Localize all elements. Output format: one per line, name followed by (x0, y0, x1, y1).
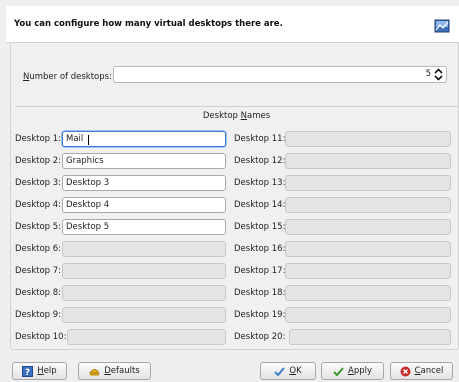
desktop-3-name-field[interactable]: Desktop 3 (62, 175, 226, 191)
desktop-1-name-value: Mail (66, 134, 84, 144)
desktop-11-label: Desktop 11: (234, 134, 286, 144)
spin-arrows-icon[interactable] (434, 68, 443, 81)
cancel-icon (400, 366, 411, 376)
desktop-5-label: Desktop 5: (15, 222, 62, 232)
defaults-icon (89, 368, 100, 375)
desktop-17-name-field (285, 263, 451, 279)
desktop-20-label: Desktop 20: (234, 332, 286, 342)
desktop-1-label: Desktop 1: (15, 134, 62, 144)
text-cursor (88, 135, 89, 145)
desktop-12-label: Desktop 12: (234, 156, 286, 166)
desktop-4-name-value: Desktop 4 (66, 200, 110, 210)
desktop-7-name-field (62, 263, 226, 279)
check-icon (274, 366, 286, 376)
desktop-10-label: Desktop 10: (15, 332, 67, 342)
desktop-5-name-value: Desktop 5 (66, 222, 110, 232)
desktop-9-label: Desktop 9: (15, 310, 62, 320)
desktop-14-name-field (285, 197, 451, 213)
desktop-12-name-field (285, 153, 451, 169)
desktop-13-name-field (285, 175, 451, 191)
desktop-17-label: Desktop 17: (234, 266, 286, 276)
desktop-8-name-field (62, 285, 226, 301)
desktop-config-icon (434, 19, 450, 33)
desktop-1-name-field[interactable]: Mail (62, 131, 226, 147)
desktop-10-name-field (67, 329, 226, 345)
ok-button[interactable]: OK (260, 362, 316, 380)
header-banner: You can configure how many virtual deskt… (6, 6, 459, 43)
desktop-11-name-field (285, 131, 451, 147)
desktop-6-name-field (62, 241, 226, 257)
help-icon: ? (22, 365, 34, 377)
desktop-5-name-field[interactable]: Desktop 5 (62, 219, 226, 235)
desktop-13-label: Desktop 13: (234, 178, 286, 188)
desktop-14-label: Desktop 14: (234, 200, 286, 210)
number-of-desktops-value: 5 (425, 69, 431, 79)
desktop-16-name-field (285, 241, 451, 257)
desktop-2-name-field[interactable]: Graphics (62, 153, 226, 169)
desktop-6-label: Desktop 6: (15, 244, 62, 254)
desktop-20-name-field (289, 329, 451, 345)
help-button[interactable]: ? Help (12, 362, 67, 380)
desktop-7-label: Desktop 7: (15, 266, 62, 276)
apply-check-icon (333, 366, 344, 376)
svg-text:?: ? (25, 368, 30, 377)
desktop-3-name-value: Desktop 3 (66, 178, 110, 188)
desktop-16-label: Desktop 16: (234, 244, 286, 254)
desktop-3-label: Desktop 3: (15, 178, 62, 188)
defaults-button[interactable]: Defaults (78, 362, 151, 380)
desktop-19-label: Desktop 19: (234, 310, 286, 320)
desktop-2-label: Desktop 2: (15, 156, 62, 166)
desktop-4-label: Desktop 4: (15, 200, 62, 210)
number-of-desktops-spinbox[interactable]: 5 (113, 66, 447, 83)
desktop-names-title: Desktop Names (202, 111, 271, 121)
desktop-18-name-field (285, 285, 451, 301)
button-bar: ? Help Defaults OK Apply Cancel (0, 352, 459, 382)
desktop-9-name-field (62, 307, 226, 323)
desktop-15-label: Desktop 15: (234, 222, 286, 232)
desktop-names-group: Desktop Names Desktop 1: Mail Desktop 2: Gr… (15, 106, 458, 349)
desktop-2-name-value: Graphics (66, 156, 104, 166)
desktop-19-name-field (285, 307, 451, 323)
desktop-4-name-field[interactable]: Desktop 4 (62, 197, 226, 213)
cancel-button[interactable]: Cancel (390, 362, 453, 380)
desktop-8-label: Desktop 8: (15, 288, 62, 298)
number-of-desktops-label: Number of desktops: (23, 72, 112, 82)
settings-panel: Number of desktops: 5 Desktop Names Desk… (10, 42, 459, 350)
desktop-18-label: Desktop 18: (234, 288, 286, 298)
desktop-15-name-field (285, 219, 451, 235)
apply-button[interactable]: Apply (321, 362, 384, 380)
header-text: You can configure how many virtual deskt… (14, 19, 283, 29)
